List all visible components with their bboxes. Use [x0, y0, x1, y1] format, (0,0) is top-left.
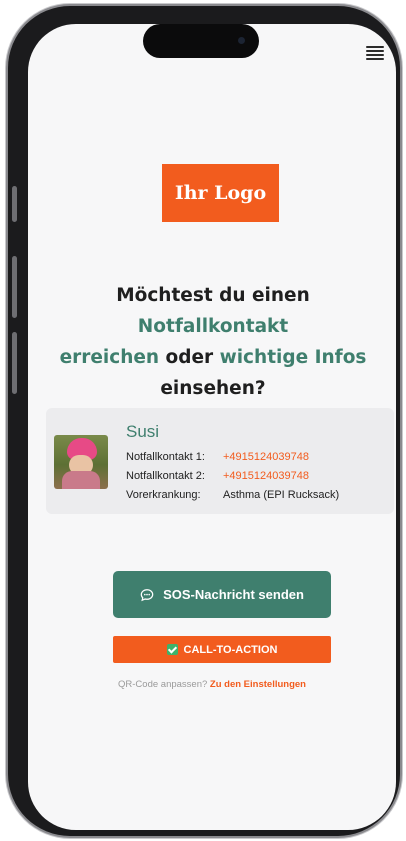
cta-button-label: CALL-TO-ACTION — [183, 643, 278, 656]
avatar — [54, 435, 108, 489]
sos-button-label: SOS-Nachricht senden — [163, 587, 304, 602]
info-row-condition: Vorerkrankung: Asthma (EPI Rucksack) — [126, 489, 339, 501]
headline-highlight: Notfallkontakt — [137, 316, 289, 337]
settings-link[interactable]: Zu den Einstellungen — [210, 679, 306, 690]
headline-text: einsehen? — [160, 378, 266, 399]
checkbox-checked-icon — [166, 644, 178, 655]
sos-message-button[interactable]: SOS-Nachricht senden — [113, 571, 331, 618]
info-label: Notfallkontakt 2: — [126, 470, 205, 482]
headline-highlight: wichtige Infos — [219, 347, 367, 368]
volume-down-button — [12, 332, 17, 394]
phone-frame: Ihr Logo Möchtest du einen Notfallkontak… — [8, 6, 400, 836]
call-to-action-button[interactable]: CALL-TO-ACTION — [113, 636, 331, 663]
chat-bubble-icon — [140, 588, 154, 601]
qr-settings-hint: QR-Code anpassen? Zu den Einstellungen — [28, 679, 396, 690]
info-row-contact-1: Notfallkontakt 1: +4915124039748 — [126, 451, 309, 463]
dynamic-island — [143, 24, 259, 58]
headline-text: oder — [159, 347, 220, 368]
info-value: Asthma (EPI Rucksack) — [223, 489, 340, 501]
page-headline: Möchtest du einen Notfallkontakt erreiche… — [38, 280, 388, 404]
logo-text: Ihr Logo — [174, 182, 267, 204]
info-row-contact-2: Notfallkontakt 2: +4915124039748 — [126, 470, 309, 482]
qr-prompt-text: QR-Code anpassen? — [118, 679, 208, 690]
mute-switch — [12, 186, 17, 222]
emergency-phone-link[interactable]: +4915124039748 — [223, 451, 309, 463]
info-label: Notfallkontakt 1: — [126, 451, 205, 463]
profile-name: Susi — [126, 422, 160, 441]
hamburger-menu-icon[interactable] — [366, 46, 384, 62]
volume-up-button — [12, 256, 17, 318]
camera-icon — [238, 37, 245, 44]
profile-card: Susi Notfallkontakt 1: +4915124039748 Not… — [46, 408, 394, 514]
emergency-phone-link[interactable]: +4915124039748 — [223, 470, 309, 482]
brand-logo: Ihr Logo — [162, 164, 279, 222]
headline-text: Möchtest du einen — [116, 285, 310, 306]
headline-highlight: erreichen — [59, 347, 160, 368]
phone-screen: Ihr Logo Möchtest du einen Notfallkontak… — [28, 24, 396, 830]
info-label: Vorerkrankung: — [126, 489, 201, 501]
